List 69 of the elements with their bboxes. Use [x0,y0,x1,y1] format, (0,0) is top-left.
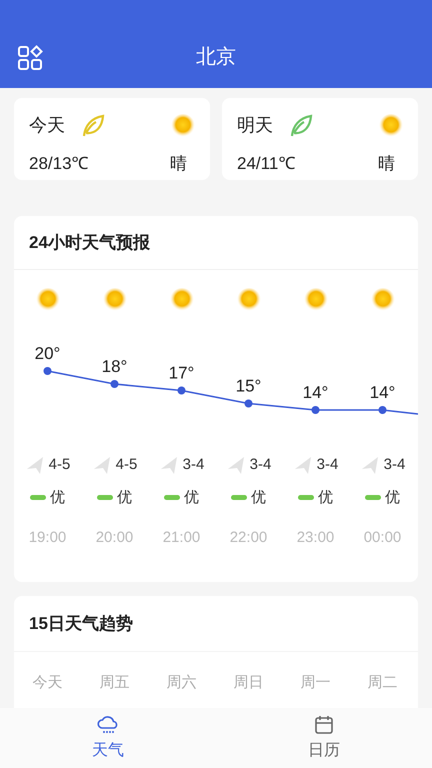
weather-condition: 晴 [378,153,396,175]
wind-direction-icon [360,455,380,476]
air-quality-label: 优 [184,488,199,508]
hour-label: 00:00 [364,528,402,548]
data-point [378,406,386,414]
temperature-range: 28/13℃ [29,153,89,175]
section-title: 15日天气趋势 [29,612,133,635]
nav-tab[interactable]: 日历 [216,708,432,768]
sun-icon [171,114,195,138]
nav-tab[interactable]: 天气 [0,708,216,768]
hour-label: 22:00 [230,528,268,548]
city-title: 北京 [196,45,236,70]
air-quality-label: 优 [385,488,400,508]
sun-icon [236,288,260,312]
wind-direction-icon [292,455,313,476]
wind-direction-icon [226,455,246,476]
air-quality-label: 优 [318,488,333,508]
temperature-label: 14° [302,383,328,402]
wind-level: 3-4 [250,455,272,475]
temperature-range: 24/11℃ [237,153,296,175]
temperature-label: 15° [236,376,262,396]
air-quality-bar [30,495,46,500]
day-label: 明天 [237,114,273,137]
data-point [244,400,252,408]
wind-level: 3-4 [182,455,204,475]
wind-direction-icon [24,455,45,476]
sun-icon [170,288,194,312]
air-quality-bar [231,495,247,500]
air-quality-label: 优 [117,488,132,508]
wind-level: 3-4 [316,455,338,475]
data-point [44,367,52,375]
day-label: 今天 [29,114,65,137]
data-point [110,380,118,388]
wind-direction-icon [92,455,112,476]
sun-icon [379,114,403,138]
data-point [312,406,320,414]
wind-level: 3-4 [384,455,406,475]
sun-icon [36,288,60,312]
air-quality-bar [164,495,180,500]
sun-icon [102,288,126,312]
hour-label: 23:00 [296,528,334,548]
hour-label: 20:00 [96,528,134,548]
air-quality-bar [365,495,381,500]
data-point [178,386,186,394]
day-label: 周一 [300,673,330,693]
air-quality-label: 优 [251,488,266,508]
weather-condition: 晴 [170,153,188,175]
section-title: 24小时天气预报 [29,232,150,254]
sun-icon [370,288,394,312]
day-label: 今天 [32,673,62,693]
sun-icon [304,288,328,312]
calendar-icon [312,713,336,737]
day-label: 周六 [166,673,196,693]
day-label: 周五 [100,673,130,693]
air-quality-bar [298,495,314,500]
day-label: 周二 [368,673,398,693]
wind-direction-icon [158,455,179,476]
temperature-label: 14° [370,383,396,402]
apps-icon[interactable] [17,45,43,71]
temperature-label: 20° [34,344,60,363]
wind-level: 4-5 [48,455,70,475]
air-quality-bar [97,495,113,500]
wind-level: 4-5 [116,455,138,475]
day-label: 周日 [234,673,264,693]
temperature-label: 17° [168,364,194,382]
hour-label: 19:00 [28,528,66,548]
air-quality-label: 优 [50,488,65,508]
temperature-label: 18° [102,357,128,376]
hour-label: 21:00 [162,528,200,548]
